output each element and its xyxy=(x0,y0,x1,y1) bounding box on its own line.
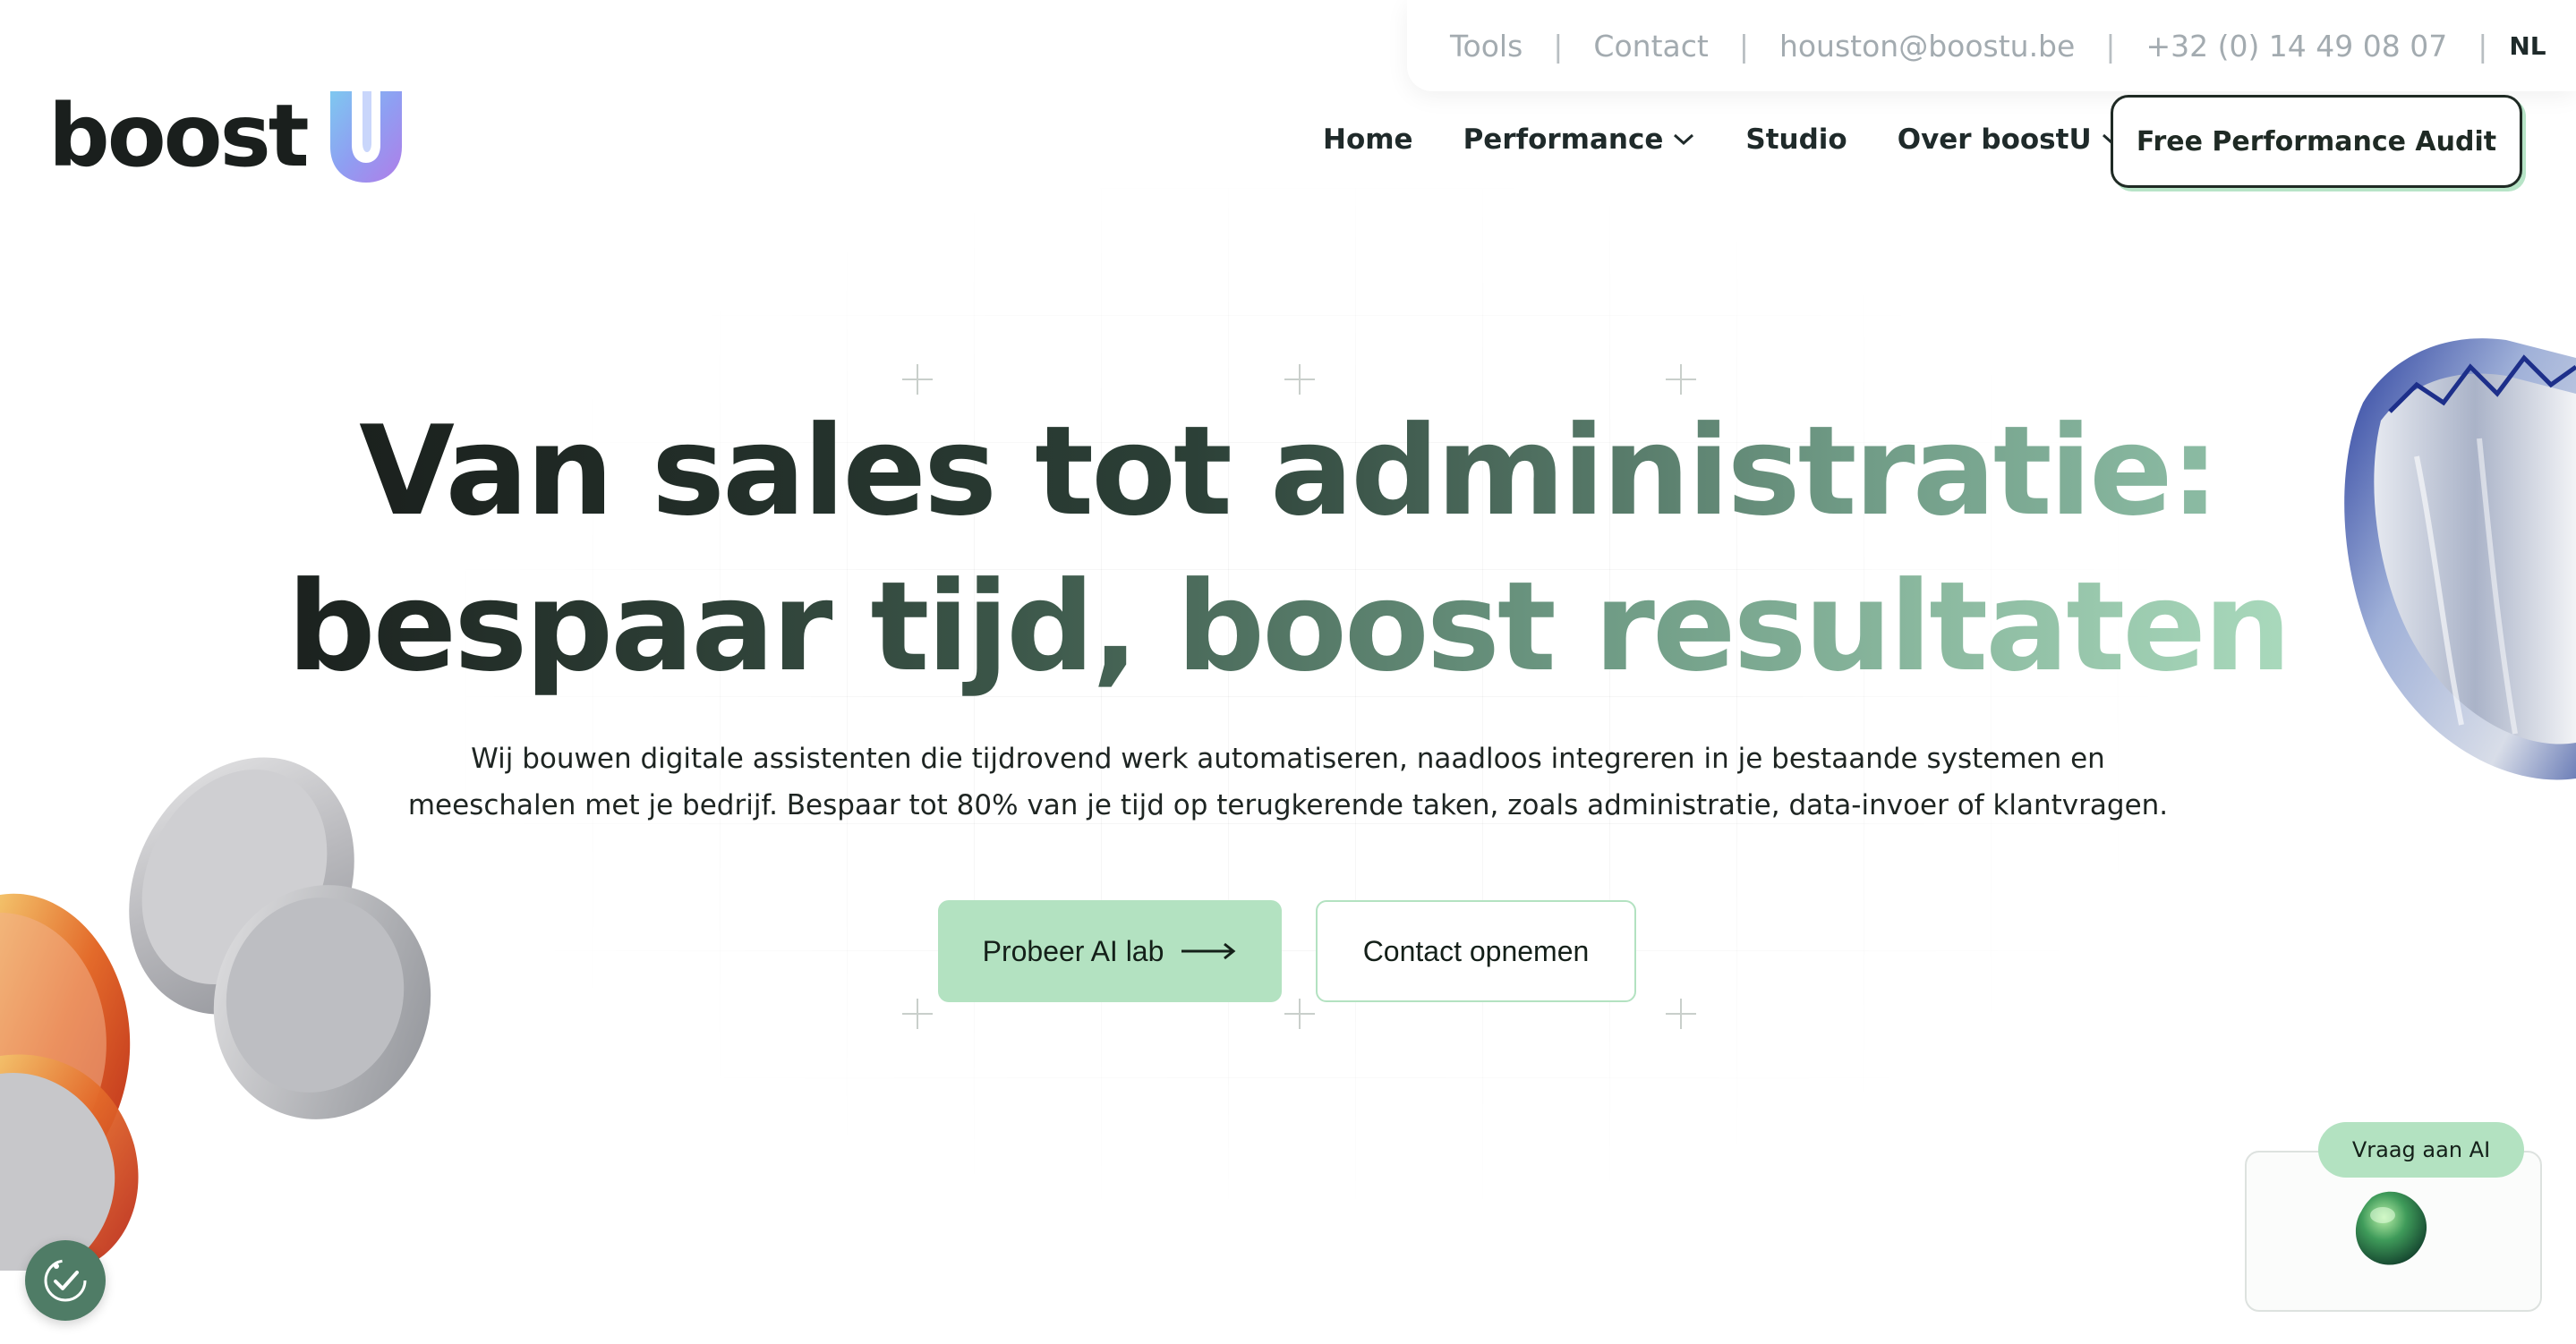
tools-link[interactable]: Tools xyxy=(1450,29,1523,64)
boostu-u-logo-icon xyxy=(329,91,402,183)
grid-plus-marker xyxy=(1666,364,1696,395)
contact-button[interactable]: Contact opnemen xyxy=(1316,900,1636,1002)
hero-subtitle-line-2: meeschalen met je bedrijf. Bespaar tot 8… xyxy=(407,789,2169,821)
arrow-right-icon xyxy=(1181,942,1236,960)
email-link[interactable]: houston@boostu.be xyxy=(1779,29,2075,64)
hero-heading-line-2b: boost resultaten xyxy=(1176,555,2290,699)
grid-plus-marker xyxy=(902,364,933,395)
hero-subtitle: Wij bouwen digitale assistenten die tijd… xyxy=(340,736,2236,829)
separator: | xyxy=(1553,28,1564,64)
free-performance-audit-button[interactable]: Free Performance Audit xyxy=(2111,95,2522,188)
main-nav: Home Performance Studio Over boostU xyxy=(1323,97,2174,183)
nav-over-label: Over boostU xyxy=(1897,123,2092,156)
language-switcher[interactable]: NL xyxy=(2509,31,2546,61)
hero-subtitle-line-1: Wij bouwen digitale assistenten die tijd… xyxy=(471,743,2105,775)
separator: | xyxy=(2478,28,2488,64)
ask-ai-label: Vraag aan AI xyxy=(2351,1137,2491,1162)
nav-performance[interactable]: Performance xyxy=(1463,123,1696,156)
grid-plus-marker xyxy=(1666,999,1696,1029)
try-ai-lab-button[interactable]: Probeer AI lab xyxy=(938,900,1282,1002)
hero-heading: Van sales tot administratie: bespaar tij… xyxy=(0,394,2576,705)
separator: | xyxy=(1738,28,1749,64)
hero-heading-line-1: Van sales tot administratie: xyxy=(359,394,2220,549)
nav-home-label: Home xyxy=(1323,123,1413,156)
audit-button-label: Free Performance Audit xyxy=(2136,125,2497,157)
grid-plus-marker xyxy=(902,999,933,1029)
nav-studio[interactable]: Studio xyxy=(1745,123,1847,156)
decorative-3d-shape-left xyxy=(0,757,431,1271)
chevron-down-icon xyxy=(1674,133,1694,146)
contact-link[interactable]: Contact xyxy=(1593,29,1708,64)
ask-ai-pill[interactable]: Vraag aan AI xyxy=(2318,1122,2524,1178)
try-ai-lab-label: Probeer AI lab xyxy=(982,934,1164,967)
phone-link[interactable]: +32 (0) 14 49 08 07 xyxy=(2145,29,2447,64)
utility-bar: Tools | Contact | houston@boostu.be | +3… xyxy=(1407,0,2576,91)
nav-home[interactable]: Home xyxy=(1323,123,1413,156)
ai-blob-icon[interactable] xyxy=(2345,1181,2438,1274)
accessibility-check-icon xyxy=(44,1259,87,1302)
separator: | xyxy=(2105,28,2116,64)
logo-wordmark: boost xyxy=(48,86,310,186)
decorative-3d-shape-right xyxy=(2344,338,2576,780)
grid-plus-marker xyxy=(1284,999,1315,1029)
contact-button-label: Contact opnemen xyxy=(1362,934,1590,967)
nav-performance-label: Performance xyxy=(1463,123,1664,156)
grid-plus-marker xyxy=(1284,364,1315,395)
site-logo[interactable]: boost xyxy=(48,86,407,186)
hero-heading-line-2a: bespaar tijd, xyxy=(286,555,1137,699)
nav-over-boostu[interactable]: Over boostU xyxy=(1898,123,2124,156)
hero-heading-line-2: bespaar tijd, boost resultaten xyxy=(287,549,2289,705)
accessibility-button[interactable] xyxy=(25,1240,106,1321)
nav-studio-label: Studio xyxy=(1745,123,1847,156)
